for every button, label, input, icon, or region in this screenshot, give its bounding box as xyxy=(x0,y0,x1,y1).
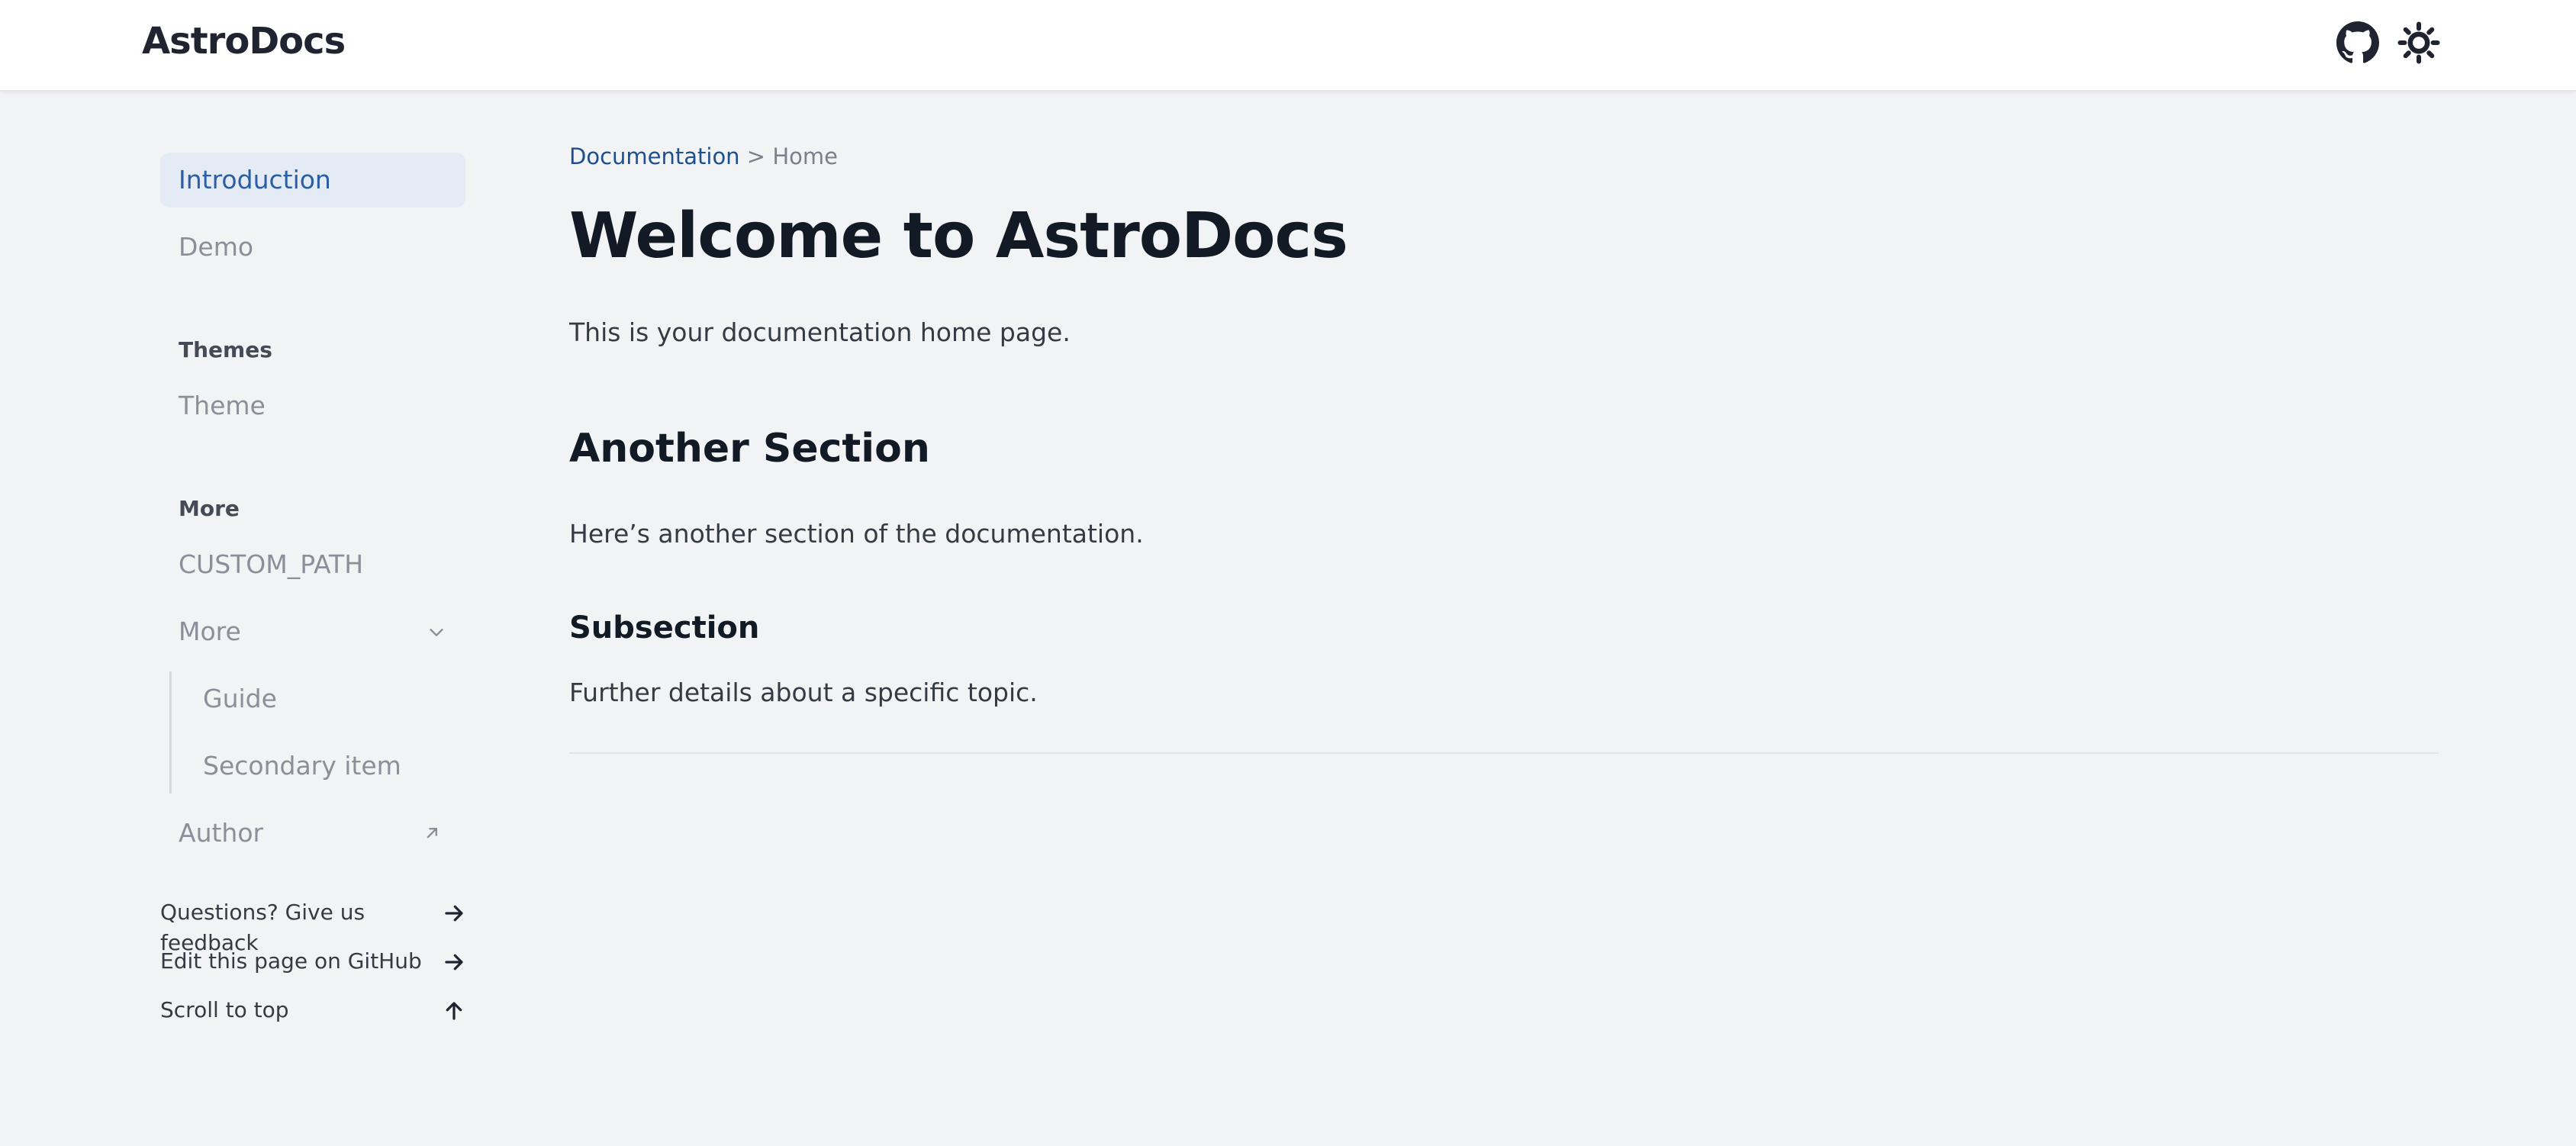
intro-paragraph: This is your documentation home page. xyxy=(569,317,1071,347)
sidebar-item-introduction[interactable]: Introduction xyxy=(160,153,465,208)
sidebar-item-guide[interactable]: Guide xyxy=(185,671,465,726)
arrow-right-icon xyxy=(445,954,463,971)
arrow-up-icon xyxy=(446,1002,462,1020)
subsection-paragraph: Further details about a specific topic. xyxy=(569,678,1038,707)
brand-logo[interactable]: AstroDocs xyxy=(142,20,346,63)
top-header: AstroDocs xyxy=(0,0,2576,92)
sidebar-group-title-themes: Themes xyxy=(179,337,272,362)
sidebar-item-more[interactable]: More xyxy=(160,604,465,659)
section-heading: Another Section xyxy=(569,426,930,472)
sidebar-item-author[interactable]: Author xyxy=(160,806,465,861)
edit-on-github-link[interactable]: Edit this page on GitHub xyxy=(160,946,465,977)
sidebar-item-secondary[interactable]: Secondary item xyxy=(185,739,465,794)
subsection-heading: Subsection xyxy=(569,610,760,645)
breadcrumb: Documentation > Home xyxy=(569,143,838,169)
edit-link-label: Edit this page on GitHub xyxy=(160,948,422,974)
scroll-top-label: Scroll to top xyxy=(160,997,289,1022)
breadcrumb-current: Home xyxy=(772,143,838,169)
section-paragraph: Here’s another section of the documentat… xyxy=(569,519,1144,549)
content-divider xyxy=(569,752,2439,754)
sidebar-item-demo[interactable]: Demo xyxy=(160,220,465,275)
github-icon[interactable] xyxy=(2336,21,2379,64)
sun-icon[interactable] xyxy=(2397,21,2440,64)
page-title: Welcome to AstroDocs xyxy=(569,200,1348,272)
external-link-icon xyxy=(427,828,437,839)
sidebar-item-label: Author xyxy=(179,818,264,848)
sidebar-item-theme[interactable]: Theme xyxy=(160,378,465,433)
feedback-link[interactable]: Questions? Give us feedback xyxy=(160,897,465,955)
chevron-down-icon xyxy=(430,628,443,637)
scroll-to-top-link[interactable]: Scroll to top xyxy=(160,995,465,1025)
breadcrumb-separator: > xyxy=(746,143,766,169)
arrow-right-icon xyxy=(445,905,463,922)
sidebar-item-label: More xyxy=(179,616,241,646)
submenu-divider xyxy=(169,671,172,794)
sidebar-item-custom-path[interactable]: CUSTOM_PATH xyxy=(160,537,465,592)
breadcrumb-link-documentation[interactable]: Documentation xyxy=(569,143,740,169)
sidebar-group-title-more: More xyxy=(179,496,240,521)
